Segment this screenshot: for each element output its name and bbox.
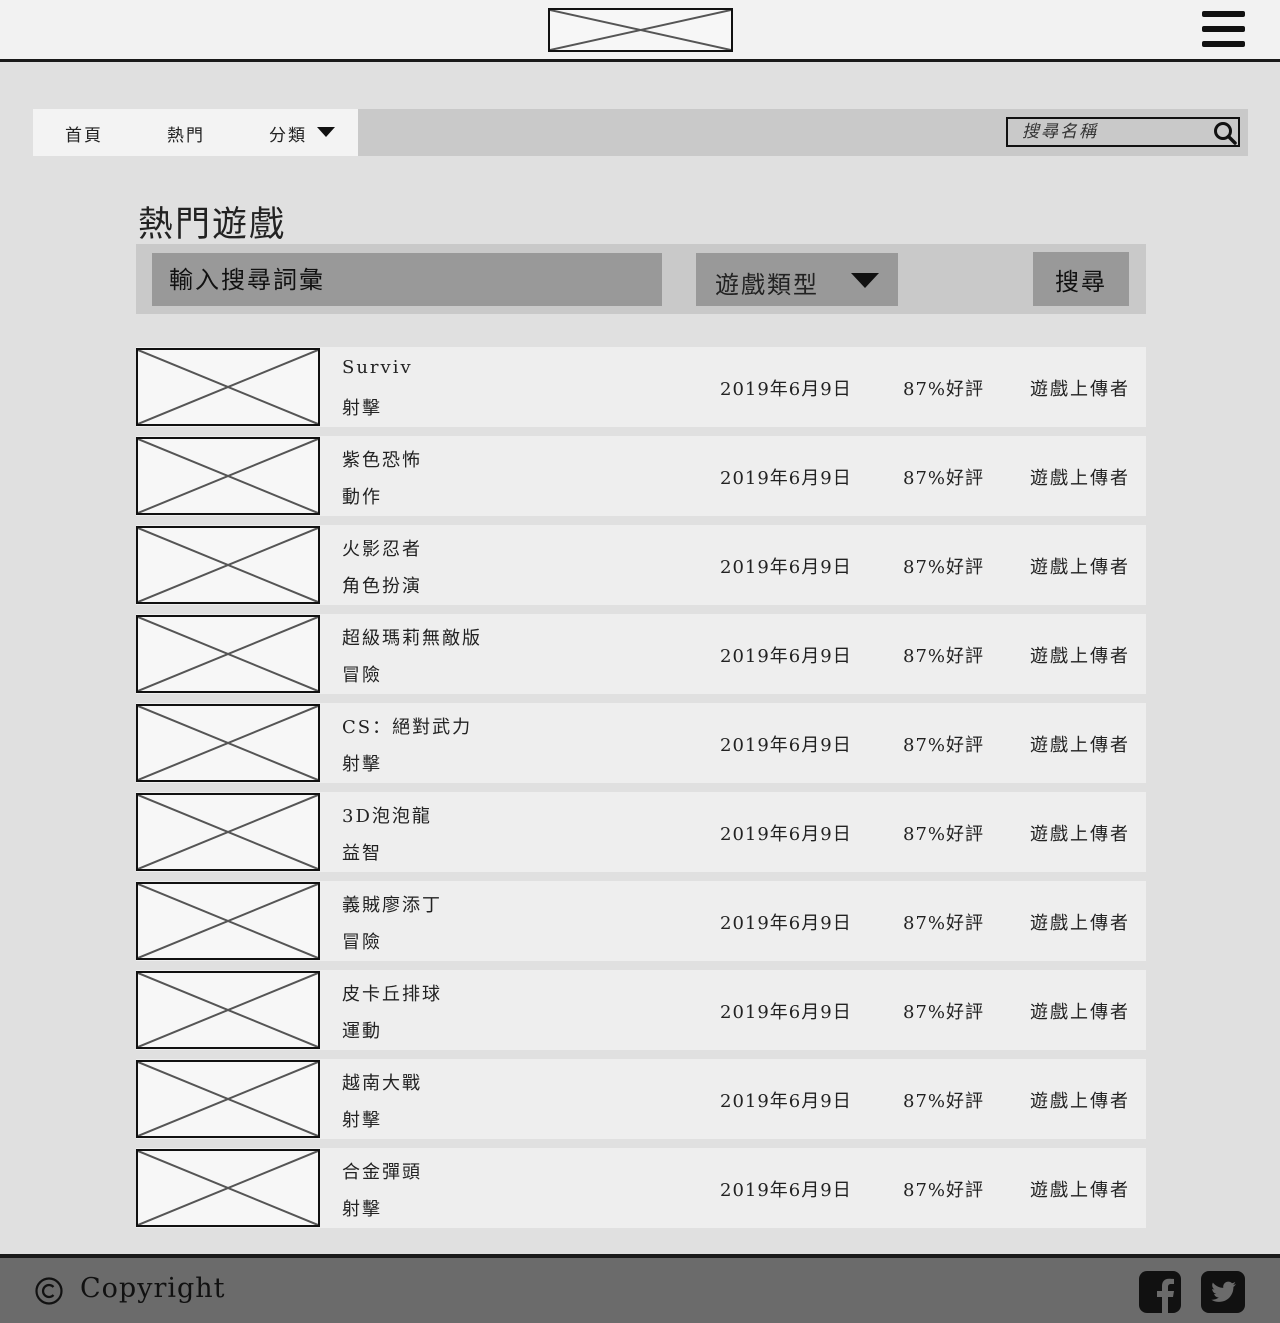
game-thumbnail-icon[interactable] xyxy=(136,1149,320,1227)
game-row[interactable]: 超級瑪莉無敵版冒險 2019年6月9日 87%好評 遊戲上傳者 xyxy=(136,614,1146,694)
game-thumbnail-icon[interactable] xyxy=(136,348,320,426)
game-name[interactable]: CS：絕對武力 xyxy=(342,713,472,739)
caret-down-icon[interactable] xyxy=(317,127,335,137)
game-type-label: 遊戲類型 xyxy=(715,271,819,299)
game-date: 2019年6月9日 xyxy=(720,468,852,489)
nav-item-hot[interactable]: 熱門 xyxy=(167,121,205,146)
game-uploader[interactable]: 遊戲上傳者 xyxy=(1030,1087,1130,1113)
game-date: 2019年6月9日 xyxy=(720,1180,852,1201)
game-row[interactable]: 3D泡泡龍益智 2019年6月9日 87%好評 遊戲上傳者 xyxy=(136,792,1146,872)
game-genre: 動作 xyxy=(342,487,382,508)
game-uploader[interactable]: 遊戲上傳者 xyxy=(1030,553,1130,579)
game-genre: 運動 xyxy=(342,1021,382,1042)
game-rating: 87%好評 xyxy=(903,468,985,489)
game-uploader[interactable]: 遊戲上傳者 xyxy=(1030,731,1130,757)
game-date: 2019年6月9日 xyxy=(720,1002,852,1023)
game-name[interactable]: 3D泡泡龍 xyxy=(342,802,432,828)
game-genre: 益智 xyxy=(342,843,382,864)
filter-bar: 遊戲類型 搜尋 xyxy=(136,244,1146,314)
game-genre: 冒險 xyxy=(342,932,382,953)
keyword-field xyxy=(152,253,662,306)
game-thumbnail-icon[interactable] xyxy=(136,971,320,1049)
game-name[interactable]: 超級瑪莉無敵版 xyxy=(342,624,482,650)
game-genre: 射擊 xyxy=(342,1110,382,1131)
facebook-icon[interactable] xyxy=(1139,1271,1181,1313)
game-uploader[interactable]: 遊戲上傳者 xyxy=(1030,998,1130,1024)
game-uploader[interactable]: 遊戲上傳者 xyxy=(1030,820,1130,846)
game-thumbnail-icon[interactable] xyxy=(136,1060,320,1138)
nav-search-box xyxy=(1006,117,1240,147)
game-name[interactable]: 紫色恐怖 xyxy=(342,446,422,472)
menu-bar xyxy=(1202,26,1245,32)
game-genre: 射擊 xyxy=(342,398,382,419)
nav-item-home[interactable]: 首頁 xyxy=(65,121,103,146)
game-row[interactable]: 義賊廖添丁冒險 2019年6月9日 87%好評 遊戲上傳者 xyxy=(136,881,1146,961)
game-name[interactable]: Surviv xyxy=(342,357,413,378)
game-uploader[interactable]: 遊戲上傳者 xyxy=(1030,909,1130,935)
game-row[interactable]: 紫色恐怖動作 2019年6月9日 87%好評 遊戲上傳者 xyxy=(136,436,1146,516)
game-thumbnail-icon[interactable] xyxy=(136,793,320,871)
hamburger-menu-icon[interactable] xyxy=(1202,11,1246,49)
game-name[interactable]: 合金彈頭 xyxy=(342,1158,422,1184)
game-rating: 87%好評 xyxy=(903,379,985,400)
nav-search-input[interactable] xyxy=(1008,119,1208,145)
game-row[interactable]: 越南大戰射擊 2019年6月9日 87%好評 遊戲上傳者 xyxy=(136,1059,1146,1139)
game-date: 2019年6月9日 xyxy=(720,824,852,845)
menu-bar xyxy=(1202,41,1245,47)
game-thumbnail-icon[interactable] xyxy=(136,615,320,693)
game-genre: 冒險 xyxy=(342,665,382,686)
game-rating: 87%好評 xyxy=(903,557,985,578)
game-date: 2019年6月9日 xyxy=(720,735,852,756)
game-genre: 射擊 xyxy=(342,1199,382,1220)
game-uploader[interactable]: 遊戲上傳者 xyxy=(1030,464,1130,490)
page-title: 熱門遊戲 xyxy=(138,205,287,245)
game-rating: 87%好評 xyxy=(903,913,985,934)
game-name[interactable]: 火影忍者 xyxy=(342,535,422,561)
navbar: 首頁 熱門 分類 xyxy=(33,109,1248,156)
game-genre: 射擊 xyxy=(342,754,382,775)
game-type-select[interactable]: 遊戲類型 xyxy=(696,253,898,306)
game-uploader[interactable]: 遊戲上傳者 xyxy=(1030,375,1130,401)
game-row[interactable]: 皮卡丘排球運動 2019年6月9日 87%好評 遊戲上傳者 xyxy=(136,970,1146,1050)
game-row[interactable]: 合金彈頭射擊 2019年6月9日 87%好評 遊戲上傳者 xyxy=(136,1148,1146,1228)
twitter-icon[interactable] xyxy=(1201,1271,1245,1313)
nav-item-category[interactable]: 分類 xyxy=(269,121,307,146)
footer: Copyright xyxy=(0,1254,1280,1323)
game-name[interactable]: 越南大戰 xyxy=(342,1069,422,1095)
game-row[interactable]: CS：絕對武力射擊 2019年6月9日 87%好評 遊戲上傳者 xyxy=(136,703,1146,783)
image-placeholder-icon[interactable] xyxy=(548,8,733,52)
game-row[interactable]: Surviv 射擊 2019年6月9日 87%好評 遊戲上傳者 xyxy=(136,347,1146,427)
game-rating: 87%好評 xyxy=(903,1002,985,1023)
game-uploader[interactable]: 遊戲上傳者 xyxy=(1030,642,1130,668)
game-rating: 87%好評 xyxy=(903,1180,985,1201)
game-thumbnail-icon[interactable] xyxy=(136,437,320,515)
game-date: 2019年6月9日 xyxy=(720,379,852,400)
search-icon[interactable] xyxy=(1212,120,1238,146)
game-date: 2019年6月9日 xyxy=(720,557,852,578)
game-thumbnail-icon[interactable] xyxy=(136,526,320,604)
game-thumbnail-icon[interactable] xyxy=(136,704,320,782)
copyright-text: Copyright xyxy=(80,1273,226,1304)
game-rating: 87%好評 xyxy=(903,735,985,756)
game-genre: 角色扮演 xyxy=(342,576,422,597)
menu-bar xyxy=(1202,11,1245,17)
game-date: 2019年6月9日 xyxy=(720,913,852,934)
game-rating: 87%好評 xyxy=(903,1091,985,1112)
header xyxy=(0,0,1280,62)
copyright-icon xyxy=(35,1277,63,1305)
game-row[interactable]: 火影忍者角色扮演 2019年6月9日 87%好評 遊戲上傳者 xyxy=(136,525,1146,605)
nav-menu: 首頁 熱門 分類 xyxy=(33,109,358,156)
game-uploader[interactable]: 遊戲上傳者 xyxy=(1030,1176,1130,1202)
keyword-input[interactable] xyxy=(152,253,662,306)
game-name[interactable]: 皮卡丘排球 xyxy=(342,980,442,1006)
caret-down-icon xyxy=(851,273,879,288)
game-thumbnail-icon[interactable] xyxy=(136,882,320,960)
game-date: 2019年6月9日 xyxy=(720,646,852,667)
game-rating: 87%好評 xyxy=(903,824,985,845)
game-rating: 87%好評 xyxy=(903,646,985,667)
search-button[interactable]: 搜尋 xyxy=(1033,252,1129,306)
game-date: 2019年6月9日 xyxy=(720,1091,852,1112)
game-name[interactable]: 義賊廖添丁 xyxy=(342,891,442,917)
